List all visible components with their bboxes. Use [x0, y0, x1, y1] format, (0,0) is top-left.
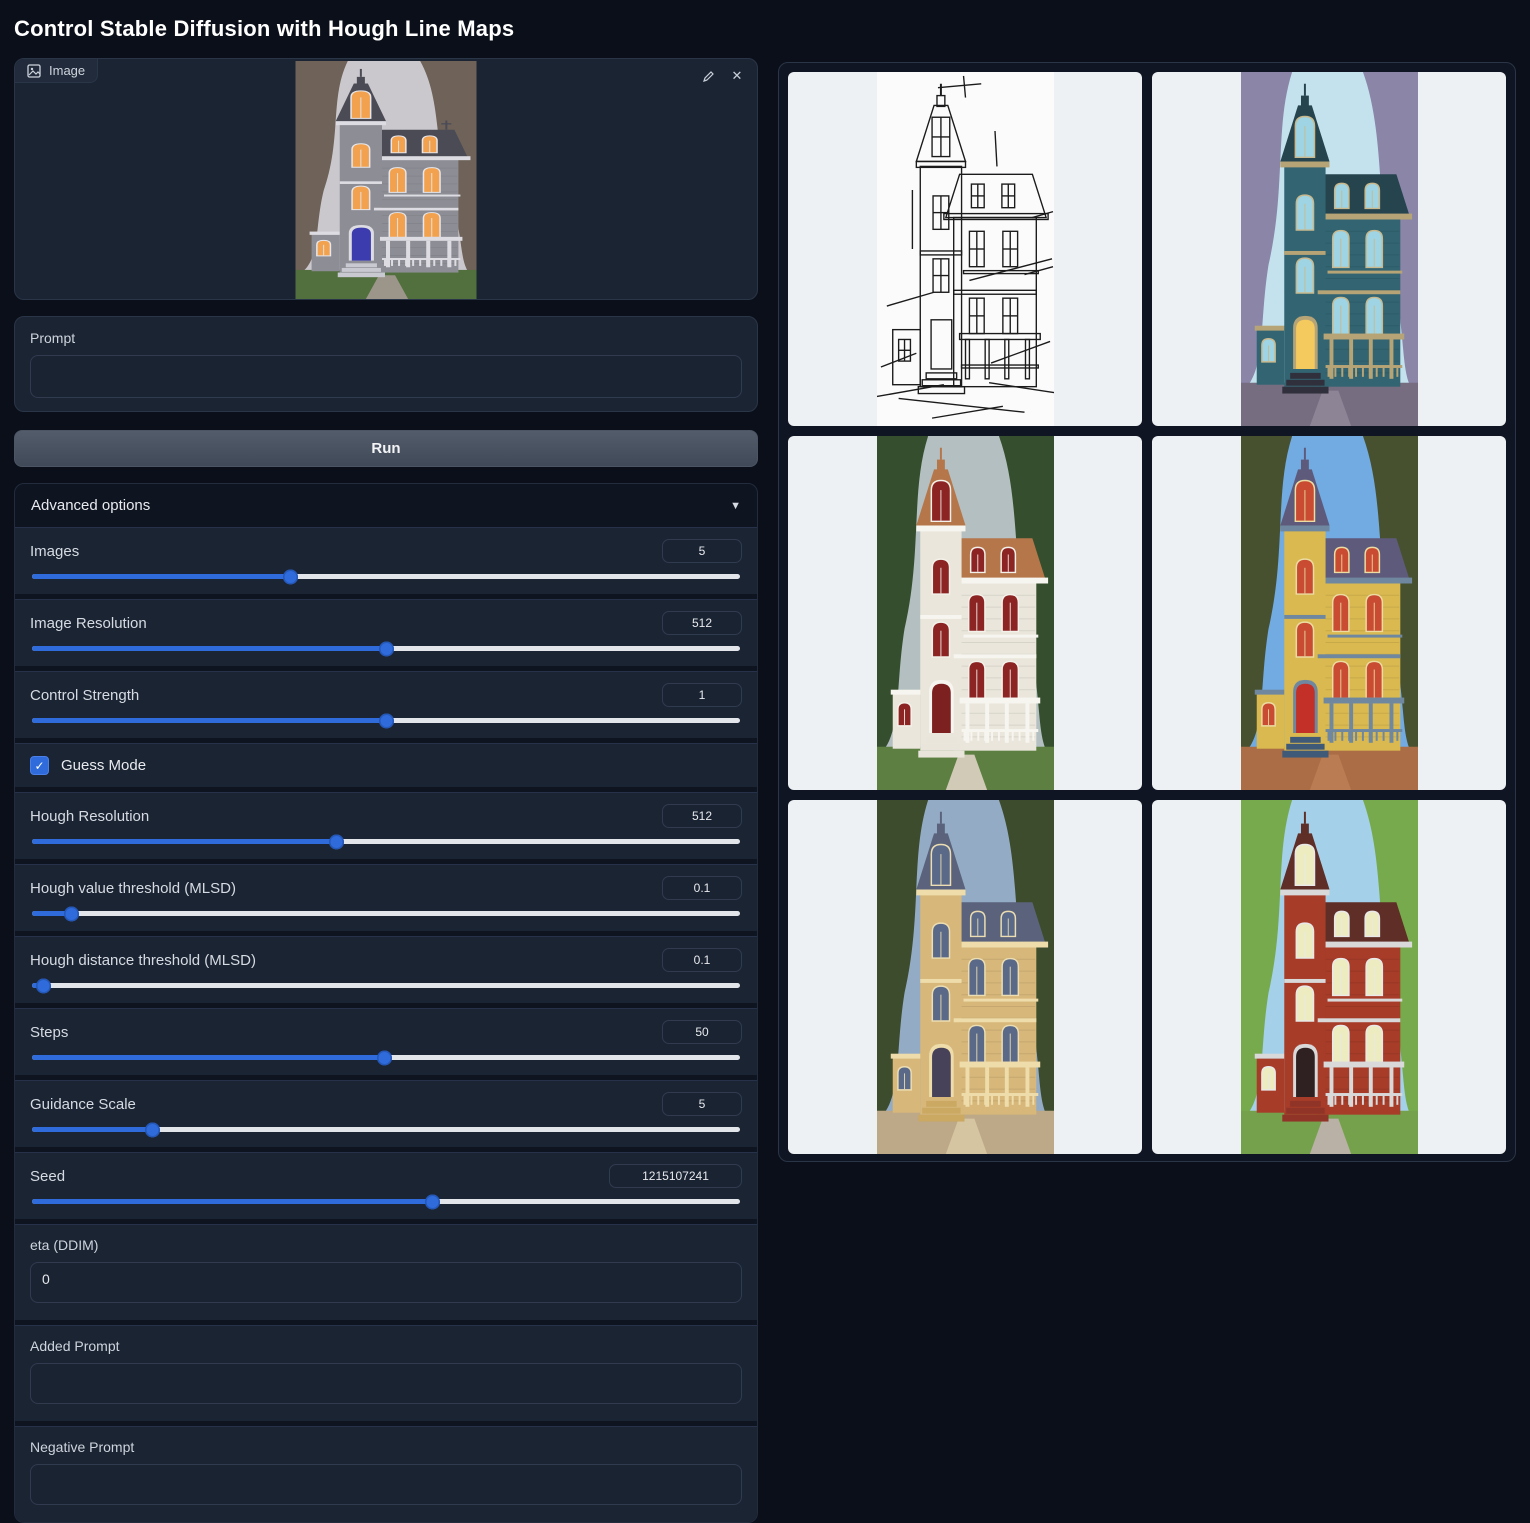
slider-row-hough-distance-threshold: Hough distance threshold (MLSD) 0.1 — [15, 936, 757, 1003]
advanced-options-body: Images 5 Image Resolution 512 Control Stre… — [15, 527, 757, 1522]
slider-value-box[interactable]: 0.1 — [662, 948, 742, 972]
slider-track[interactable] — [32, 983, 740, 988]
image-label-chip: Image — [15, 59, 98, 83]
eta-label: eta (DDIM) — [30, 1237, 742, 1253]
image-label: Image — [49, 63, 85, 78]
slider-fill[interactable] — [32, 911, 71, 916]
advanced-options-accordion: Advanced options ▼ Images 5 Image Resolut… — [14, 483, 758, 1523]
gallery-item-result-1[interactable] — [1152, 72, 1506, 426]
image-icon — [27, 64, 41, 78]
slider-label: Guidance Scale — [30, 1096, 136, 1113]
slider-label: Steps — [30, 1024, 68, 1041]
slider-value-box[interactable]: 5 — [662, 1092, 742, 1116]
slider-fill[interactable] — [32, 983, 43, 988]
slider-row-hough-value-threshold: Hough value threshold (MLSD) 0.1 — [15, 864, 757, 931]
added-prompt-label: Added Prompt — [30, 1338, 742, 1354]
prompt-label: Prompt — [30, 330, 742, 346]
slider-fill[interactable] — [32, 718, 386, 723]
app: Control Stable Diffusion with Hough Line… — [0, 0, 1530, 1523]
negative-prompt-label: Negative Prompt — [30, 1439, 742, 1455]
pencil-icon — [702, 70, 715, 83]
gallery-item-result-5[interactable] — [1152, 800, 1506, 1154]
image-actions: ✕ — [697, 65, 748, 87]
slider-fill[interactable] — [32, 1127, 152, 1132]
slider-row-seed: Seed 1215107241 — [15, 1152, 757, 1219]
slider-fill[interactable] — [32, 1055, 384, 1060]
eta-row: eta (DDIM) — [15, 1224, 757, 1320]
slider-track[interactable] — [32, 646, 740, 651]
slider-label: Seed — [30, 1168, 65, 1185]
gallery-item-result-2[interactable] — [788, 436, 1142, 790]
slider-label: Control Strength — [30, 687, 139, 704]
slider-label: Images — [30, 543, 79, 560]
slider-row-guidance-scale: Guidance Scale 5 — [15, 1080, 757, 1147]
chevron-down-icon: ▼ — [730, 500, 741, 512]
guess-mode-row: ✓ Guess Mode — [15, 743, 757, 787]
slider-fill[interactable] — [32, 574, 290, 579]
slider-row-control-strength: Control Strength 1 — [15, 671, 757, 738]
page-title: Control Stable Diffusion with Hough Line… — [14, 16, 1516, 42]
slider-value-box[interactable]: 512 — [662, 611, 742, 635]
gallery-item-result-3[interactable] — [1152, 436, 1506, 790]
slider-value-box[interactable]: 50 — [662, 1020, 742, 1044]
added-prompt-input[interactable] — [30, 1363, 742, 1404]
gallery-item-result-4[interactable] — [788, 800, 1142, 1154]
slider-label: Hough distance threshold (MLSD) — [30, 952, 256, 969]
slider-row-images: Images 5 — [15, 527, 757, 594]
input-image[interactable] — [296, 61, 477, 299]
slider-value-box[interactable]: 5 — [662, 539, 742, 563]
edit-image-button[interactable] — [697, 65, 719, 87]
slider-value-box[interactable]: 0.1 — [662, 876, 742, 900]
controls-column: Image ✕ Prompt Run — [14, 58, 758, 1523]
clear-image-button[interactable]: ✕ — [726, 65, 748, 87]
slider-track[interactable] — [32, 839, 740, 844]
slider-row-steps: Steps 50 — [15, 1008, 757, 1075]
negative-prompt-input[interactable] — [30, 1464, 742, 1505]
slider-value-box[interactable]: 1215107241 — [609, 1164, 742, 1188]
slider-row-hough-resolution: Hough Resolution 512 — [15, 792, 757, 859]
prompt-input[interactable] — [30, 355, 742, 398]
main-layout: Image ✕ Prompt Run — [14, 58, 1516, 1523]
slider-track[interactable] — [32, 911, 740, 916]
slider-row-image-resolution: Image Resolution 512 — [15, 599, 757, 666]
slider-label: Hough Resolution — [30, 808, 149, 825]
slider-value-box[interactable]: 1 — [662, 683, 742, 707]
slider-value-box[interactable]: 512 — [662, 804, 742, 828]
added-prompt-row: Added Prompt — [15, 1325, 757, 1421]
slider-track[interactable] — [32, 1055, 740, 1060]
slider-label: Image Resolution — [30, 615, 147, 632]
slider-fill[interactable] — [32, 646, 386, 651]
slider-fill[interactable] — [32, 839, 336, 844]
slider-track[interactable] — [32, 574, 740, 579]
gallery-item-hough-map[interactable] — [788, 72, 1142, 426]
slider-label: Hough value threshold (MLSD) — [30, 880, 236, 897]
advanced-options-label: Advanced options — [31, 497, 150, 514]
close-icon: ✕ — [732, 68, 743, 84]
check-icon: ✓ — [34, 760, 44, 772]
slider-track[interactable] — [32, 1127, 740, 1132]
result-gallery — [778, 62, 1516, 1162]
advanced-options-header[interactable]: Advanced options ▼ — [15, 484, 757, 527]
guess-mode-label: Guess Mode — [61, 757, 146, 774]
slider-fill[interactable] — [32, 1199, 432, 1204]
eta-input[interactable] — [30, 1262, 742, 1303]
input-image-panel[interactable]: Image ✕ — [14, 58, 758, 300]
run-button[interactable]: Run — [14, 430, 758, 467]
prompt-panel: Prompt — [14, 316, 758, 412]
negative-prompt-row: Negative Prompt — [15, 1426, 757, 1522]
guess-mode-checkbox[interactable]: ✓ — [30, 756, 49, 775]
slider-track[interactable] — [32, 1199, 740, 1204]
slider-track[interactable] — [32, 718, 740, 723]
